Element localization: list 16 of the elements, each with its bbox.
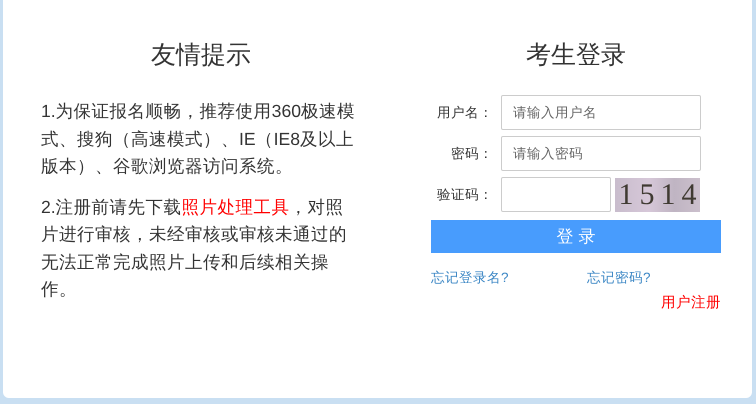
forgot-link[interactable]: 忘记密码? [587,269,721,287]
tip-paragraph: 1.为保证报名顺畅，推荐使用360极速模式、搜狗（高速模式）、IE（IE8及以上版本）、谷歌浏览器访问系统。 [41,100,356,178]
login-title: 考生登录 [525,40,627,71]
input-field[interactable]: 请输入密码 [501,136,701,171]
field-label: 密码： [450,144,494,162]
login-button[interactable]: 登 录 [431,220,721,253]
tool-link[interactable]: 照片处理工具 [182,196,290,216]
input-field[interactable]: 请输入用户名 [501,95,701,130]
forgot-link[interactable]: 忘记登录名? [431,269,587,287]
captcha-code[interactable]: 1514 [615,178,700,212]
field-label: 用户名： [436,104,494,122]
captcha-field[interactable] [501,177,611,212]
tips-title: 友情提示 [150,40,252,71]
field-label: 验证码： [436,186,494,204]
tip-paragraph: 2.注册前请先下载照片处理工具，对照片进行审核，未经审核或审核未通过的无法正常完成照片上传和后续相关操作。 [41,196,348,301]
register-link[interactable]: 用户注册 [661,293,721,312]
